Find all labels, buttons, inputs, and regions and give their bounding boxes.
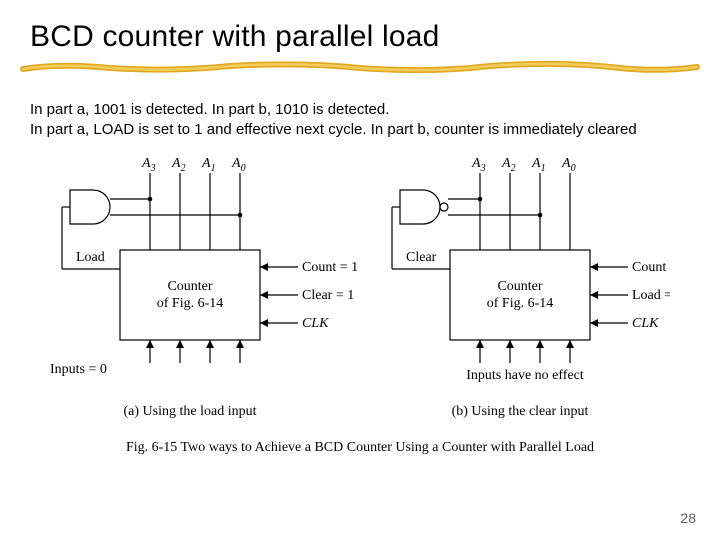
page-title: BCD counter with parallel load — [30, 20, 440, 54]
title-underline — [20, 60, 700, 74]
slide: BCD counter with parallel load In part a… — [0, 0, 720, 540]
label-load-b: Load = 0 — [632, 288, 670, 303]
body-line-2: In part a, LOAD is set to 1 and effectiv… — [30, 121, 637, 138]
caption-b: (b) Using the clear input — [452, 404, 589, 419]
label-inputs-b: Inputs have no effect — [466, 368, 584, 383]
svg-text:A3: A3 — [471, 156, 486, 174]
label-clear-a: Clear = 1 — [302, 288, 354, 303]
box-b-line2: of Fig. 6-14 — [487, 296, 554, 311]
figure-6-15: A3 A2 A1 A0 Load Counter of Fig. 6- — [50, 155, 670, 445]
box-a-line1: Counter — [167, 279, 212, 294]
svg-text:A1: A1 — [201, 156, 216, 174]
svg-text:A2: A2 — [501, 156, 516, 174]
label-clk-a: CLK — [302, 316, 329, 331]
svg-text:A0: A0 — [561, 156, 576, 174]
box-a-line2: of Fig. 6-14 — [157, 296, 224, 311]
page-number: 28 — [680, 510, 696, 526]
caption-a: (a) Using the load input — [124, 404, 257, 419]
subfigure-a: A3 A2 A1 A0 Load Counter of Fig. 6- — [50, 156, 358, 419]
label-count-b: Count = 1 — [632, 260, 670, 275]
label-count-a: Count = 1 — [302, 260, 358, 275]
label-load: Load — [76, 250, 105, 265]
label-clk-b: CLK — [632, 316, 659, 331]
svg-text:A3: A3 — [141, 156, 156, 174]
svg-text:A2: A2 — [171, 156, 186, 174]
svg-text:A1: A1 — [531, 156, 546, 174]
label-inputs-a: Inputs = 0 — [50, 362, 107, 377]
svg-text:A0: A0 — [231, 156, 246, 174]
subfigure-b: A3 A2 A1 A0 Clear Counter of Fig. 6 — [392, 156, 670, 419]
label-clear-b: Clear — [406, 250, 437, 265]
body-line-1: In part a, 1001 is detected. In part b, … — [30, 101, 389, 118]
description-text: In part a, 1001 is detected. In part b, … — [30, 100, 637, 141]
box-b-line1: Counter — [497, 279, 542, 294]
figure-caption: Fig. 6-15 Two ways to Achieve a BCD Coun… — [0, 440, 720, 456]
